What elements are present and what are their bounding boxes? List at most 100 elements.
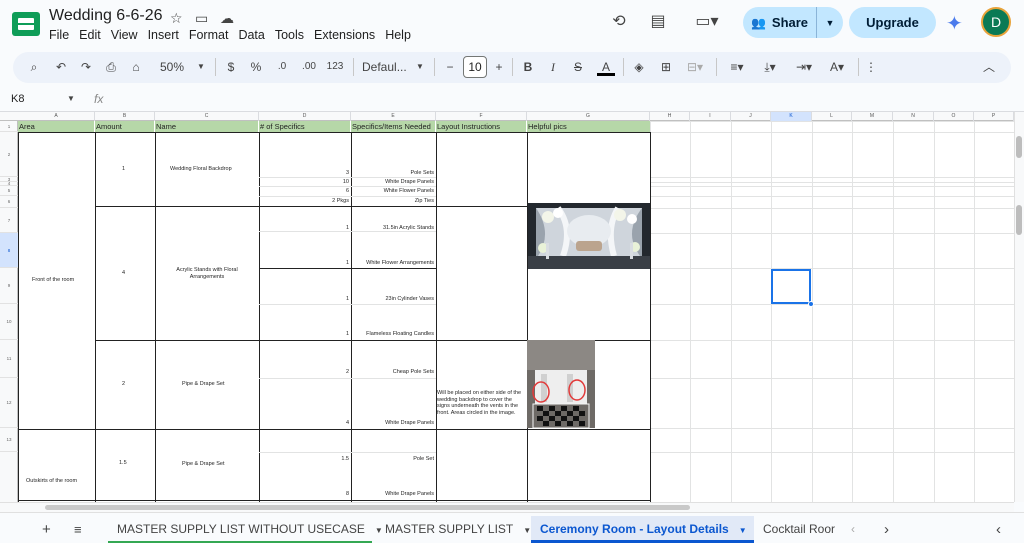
side-panel-collapse-icon[interactable]: ‹: [996, 516, 1008, 543]
header-name[interactable]: Name: [155, 121, 258, 132]
tab-ceremony-room-layout-details[interactable]: Ceremony Room - Layout Details ▼: [531, 516, 754, 543]
formula-input[interactable]: [118, 93, 998, 107]
backdrop-photo[interactable]: [528, 203, 650, 269]
cell-specifics-item[interactable]: 23in Cylinder Vases: [351, 296, 434, 303]
tab-chevron-down-icon[interactable]: ▼: [739, 526, 747, 535]
more-formats-button[interactable]: 123: [326, 58, 344, 76]
column-header-F[interactable]: F: [436, 112, 527, 121]
cell-specifics-item[interactable]: 31.5in Acrylic Stands: [351, 225, 434, 232]
font-family-select[interactable]: Defaul...: [362, 58, 408, 76]
column-header-B[interactable]: B: [95, 112, 155, 121]
menu-insert[interactable]: Insert: [148, 28, 179, 44]
column-header-N[interactable]: N: [893, 112, 934, 121]
row-header-1[interactable]: 1: [0, 121, 18, 132]
cell-specifics-item[interactable]: Cheap Pole Sets: [351, 369, 434, 376]
row-header-2[interactable]: 2: [0, 132, 18, 177]
horizontal-align-icon[interactable]: ≡▾: [725, 58, 749, 76]
share-dropdown-chevron-icon[interactable]: ▼: [817, 18, 843, 28]
avatar[interactable]: D: [981, 7, 1011, 37]
undo-icon[interactable]: ↶: [54, 58, 68, 76]
cell-specifics-item[interactable]: Pole Sets: [351, 170, 434, 177]
vertical-align-icon[interactable]: ⤓▾: [758, 58, 782, 76]
column-header-H[interactable]: H: [650, 112, 690, 121]
vertical-scroll-thumb-secondary[interactable]: [1016, 205, 1022, 235]
row-header-10[interactable]: 10: [0, 304, 18, 340]
strikethrough-button[interactable]: S: [571, 58, 585, 76]
fill-handle[interactable]: [808, 301, 814, 307]
column-header-M[interactable]: M: [852, 112, 893, 121]
borders-icon[interactable]: ⊞: [659, 58, 673, 76]
row-header-13[interactable]: 13: [0, 428, 18, 452]
cell-area-front[interactable]: Front of the room: [32, 277, 74, 284]
row-header-6[interactable]: 6: [0, 196, 18, 208]
cell-amount[interactable]: 1: [122, 166, 125, 173]
vertical-scrollbar[interactable]: [1014, 112, 1024, 502]
cell-num-specifics[interactable]: 1.5: [259, 456, 349, 463]
cell-num-specifics[interactable]: 2: [259, 369, 349, 376]
meet-icon[interactable]: ▭▾: [690, 12, 724, 32]
column-header-K[interactable]: K: [771, 112, 812, 121]
font-size-input[interactable]: 10: [463, 56, 487, 78]
tab-master-supply-list-without-usecase[interactable]: MASTER SUPPLY LIST WITHOUT USECASE ▼: [108, 516, 383, 543]
horizontal-scroll-thumb[interactable]: [45, 505, 690, 510]
cell-specifics-item[interactable]: Flameless Floating Candles: [351, 331, 434, 338]
cell-num-specifics[interactable]: 1: [259, 260, 349, 267]
cell-specifics-item[interactable]: Zip Ties: [351, 198, 434, 205]
comments-icon[interactable]: ▤: [647, 12, 669, 32]
add-sheet-icon[interactable]: +: [42, 516, 56, 543]
bold-button[interactable]: B: [521, 58, 535, 76]
pipe-drape-photo[interactable]: [527, 340, 595, 428]
column-header-O[interactable]: O: [934, 112, 974, 121]
more-options-icon[interactable]: ⋮: [865, 58, 877, 76]
menu-data[interactable]: Data: [238, 28, 264, 44]
cell-name[interactable]: Pipe & Drape Set: [182, 381, 225, 388]
zoom-select[interactable]: 50%: [156, 58, 188, 76]
header-area[interactable]: Area: [18, 121, 94, 132]
cell-specifics-item[interactable]: White Drape Panels: [351, 420, 434, 427]
column-header-A[interactable]: A: [18, 112, 95, 121]
tab-chevron-down-icon[interactable]: ▼: [523, 526, 531, 535]
column-header-E[interactable]: E: [351, 112, 436, 121]
collapse-toolbar-chevron-up-icon[interactable]: ︿: [982, 58, 996, 76]
row-header-8[interactable]: 8: [0, 233, 18, 268]
italic-button[interactable]: I: [546, 58, 560, 76]
tab-cocktail-room[interactable]: Cocktail Roor: [756, 516, 840, 543]
cell-num-specifics[interactable]: 4: [259, 420, 349, 427]
font-chevron-down-icon[interactable]: ▼: [415, 58, 425, 76]
cell-num-specifics[interactable]: 1: [259, 225, 349, 232]
cell-name[interactable]: Pipe & Drape Set: [182, 461, 225, 468]
cell-layout-instructions[interactable]: Will be placed on either side of the wed…: [437, 390, 526, 416]
header-helpful-pics[interactable]: Helpful pics: [527, 121, 650, 132]
increase-decimal-button[interactable]: .00: [300, 58, 318, 76]
star-icon[interactable]: ☆: [170, 10, 183, 27]
sheet-grid[interactable]: [0, 112, 1014, 502]
share-button[interactable]: 👥 Share: [743, 7, 817, 38]
cell-name[interactable]: Wedding Floral Backdrop: [170, 166, 232, 173]
text-color-button[interactable]: A: [597, 58, 615, 76]
column-header-P[interactable]: P: [974, 112, 1014, 121]
zoom-chevron-down-icon[interactable]: ▼: [196, 58, 206, 76]
cell-specifics-item[interactable]: White Drape Panels: [351, 179, 434, 186]
cell-specifics-item[interactable]: White Drape Panels: [351, 491, 434, 498]
search-menus-icon[interactable]: ⌕: [27, 58, 41, 76]
decrease-font-size-icon[interactable]: −: [444, 58, 456, 76]
cell-amount[interactable]: 1.5: [119, 460, 127, 467]
cell-amount[interactable]: 4: [122, 270, 125, 277]
row-header-9[interactable]: 9: [0, 268, 18, 304]
version-history-icon[interactable]: ⟲: [608, 12, 630, 32]
menu-view[interactable]: View: [111, 28, 138, 44]
move-folder-icon[interactable]: ▭: [195, 10, 208, 27]
header-amount[interactable]: Amount: [95, 121, 154, 132]
row-header-11[interactable]: 11: [0, 340, 18, 378]
sheets-logo-icon[interactable]: [12, 12, 40, 36]
cell-num-specifics[interactable]: 1: [259, 296, 349, 303]
tab-master-supply-list[interactable]: MASTER SUPPLY LIST ▼: [376, 516, 531, 543]
cell-specifics-item[interactable]: Pole Set: [351, 456, 434, 463]
print-icon[interactable]: ⎙: [104, 58, 118, 76]
cell-num-specifics[interactable]: 6: [259, 188, 349, 195]
cell-num-specifics[interactable]: 3: [259, 170, 349, 177]
header-layout-instructions[interactable]: Layout Instructions: [436, 121, 526, 132]
cell-num-specifics[interactable]: 1: [259, 331, 349, 338]
header-num-specifics[interactable]: # of Specifics: [259, 121, 350, 132]
currency-format-button[interactable]: $: [225, 58, 237, 76]
